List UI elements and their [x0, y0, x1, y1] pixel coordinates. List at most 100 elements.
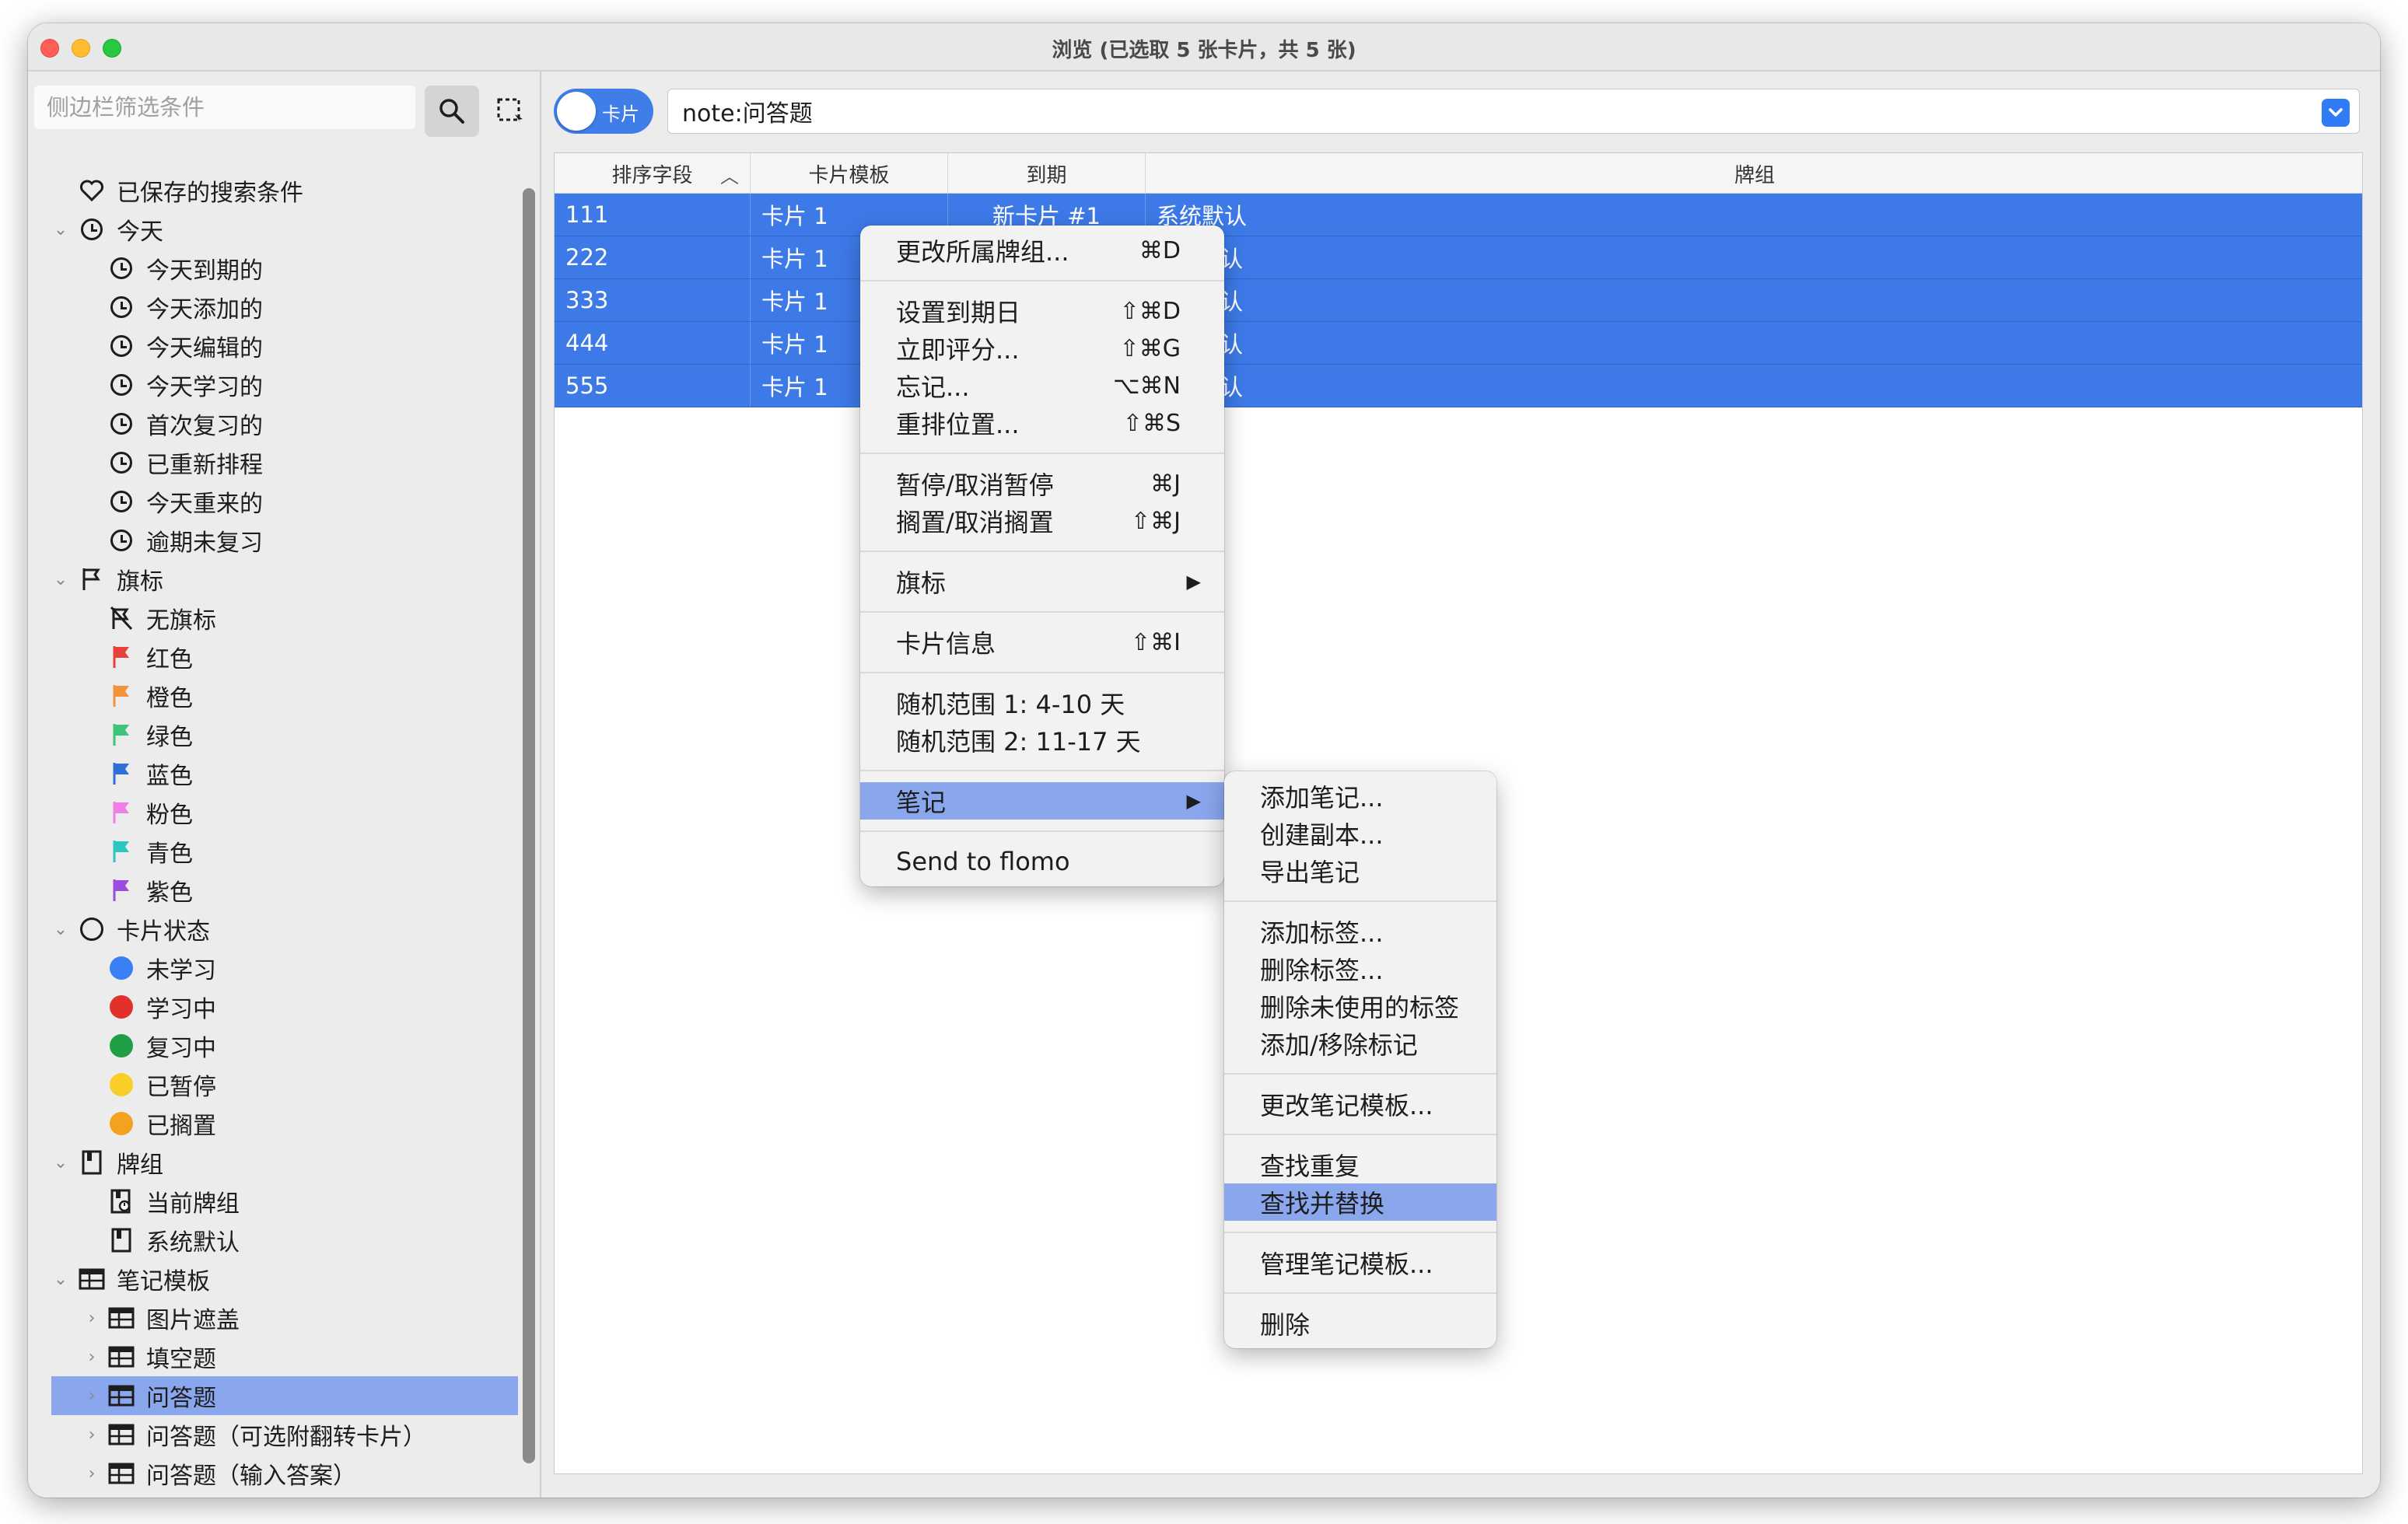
menu-item-card-info[interactable]: 卡片信息 ⇧⌘I [860, 624, 1224, 661]
submenu-item-change-notetype[interactable]: 更改笔记模板... [1224, 1085, 1496, 1123]
submenu-item-create-copy[interactable]: 创建副本... [1224, 815, 1496, 852]
submenu-item-manage-notetypes[interactable]: 管理笔记模板... [1224, 1244, 1496, 1281]
menu-item-flag[interactable]: 旗标 ▶ [860, 563, 1224, 600]
clock-icon [107, 288, 135, 327]
chevron-right-icon[interactable]: › [82, 1415, 101, 1454]
circle-icon [78, 910, 106, 949]
sidebar-item-flag-green[interactable]: 绿色 [51, 715, 518, 754]
sidebar-item-notetype-basic-type-answer[interactable]: › 问答题（输入答案） [51, 1454, 518, 1493]
chevron-down-icon[interactable]: ⌄ [51, 210, 70, 249]
sidebar-item-state-suspended[interactable]: 已暂停 [51, 1065, 518, 1104]
submenu-item-export-notes[interactable]: 导出笔记 [1224, 852, 1496, 890]
submenu-item-add-tags[interactable]: 添加标签... [1224, 913, 1496, 950]
column-header-due[interactable]: 到期 [948, 153, 1146, 194]
search-query-field[interactable] [667, 89, 2360, 134]
sidebar-item-state-review[interactable]: 复习中 [51, 1026, 518, 1065]
window-title: 浏览 (已选取 5 张卡片，共 5 张) [1052, 39, 1356, 62]
sidebar-item-decks[interactable]: ⌄ 牌组 [51, 1143, 518, 1182]
menu-item-toggle-suspend[interactable]: 暂停/取消暂停 ⌘J [860, 465, 1224, 502]
sidebar-search-button[interactable] [425, 86, 479, 137]
cell-deck: 认 [1220, 331, 1244, 358]
column-header-card-template[interactable]: 卡片模板 [751, 153, 948, 194]
sidebar-item-card-state[interactable]: ⌄ 卡片状态 [51, 910, 518, 949]
table-row[interactable]: 444 卡片 1 认 [555, 322, 2362, 365]
table-row[interactable]: 111 卡片 1 新卡片 #1 系统默认 [555, 194, 2362, 236]
sidebar-item-studied-today[interactable]: 今天学习的 [51, 365, 518, 404]
sidebar-item-no-flag[interactable]: 无旗标 [51, 599, 518, 638]
submenu-item-find-duplicates[interactable]: 查找重复 [1224, 1146, 1496, 1183]
menu-item-grade-now[interactable]: 立即评分... ⇧⌘G [860, 330, 1224, 367]
menu-item-set-due-date[interactable]: 设置到期日 ⇧⌘D [860, 292, 1224, 330]
column-header-deck[interactable]: 牌组 [1146, 153, 2364, 194]
table-row[interactable]: 555 卡片 1 认 [555, 365, 2362, 407]
chevron-right-icon[interactable]: › [82, 1454, 101, 1493]
submenu-item-find-replace[interactable]: 查找并替换 [1224, 1183, 1496, 1221]
menu-item-change-deck[interactable]: 更改所属牌组... ⌘D [860, 232, 1224, 269]
chevron-right-icon[interactable]: › [82, 1299, 101, 1337]
sidebar-item-overdue[interactable]: 逾期未复习 [51, 521, 518, 560]
sidebar-item-edited-today[interactable]: 今天编辑的 [51, 327, 518, 365]
menu-separator [1224, 1073, 1496, 1075]
sidebar-item-flag-pink[interactable]: 粉色 [51, 793, 518, 832]
submenu-item-clear-unused-tags[interactable]: 删除未使用的标签 [1224, 987, 1496, 1025]
submenu-item-toggle-mark[interactable]: 添加/移除标记 [1224, 1025, 1496, 1062]
submenu-item-remove-tags[interactable]: 删除标签... [1224, 950, 1496, 987]
sidebar-item-flag-blue[interactable]: 蓝色 [51, 754, 518, 793]
sidebar-item-again-today[interactable]: 今天重来的 [51, 482, 518, 521]
chevron-down-icon[interactable]: ⌄ [51, 1260, 70, 1299]
sidebar-item-flag-purple[interactable]: 紫色 [51, 871, 518, 910]
red-dot-icon [107, 987, 135, 1026]
sidebar-item-flag-red[interactable]: 红色 [51, 638, 518, 676]
chevron-down-icon[interactable]: ⌄ [51, 1143, 70, 1182]
chevron-right-icon[interactable]: › [82, 1337, 101, 1376]
select-tool-button[interactable] [487, 86, 534, 137]
sidebar-item-state-buried[interactable]: 已搁置 [51, 1104, 518, 1143]
sidebar-item-notetypes[interactable]: ⌄ 笔记模板 [51, 1260, 518, 1299]
sidebar-item-current-deck[interactable]: 当前牌组 [51, 1182, 518, 1221]
cell-sort-field: 333 [555, 279, 751, 321]
menu-item-forget[interactable]: 忘记... ⌥⌘N [860, 367, 1224, 404]
sidebar-filter-field[interactable] [34, 86, 415, 129]
menu-item-notes[interactable]: 笔记 ▶ [860, 782, 1224, 820]
history-dropdown-button[interactable] [2322, 99, 2350, 127]
clock-icon [107, 327, 135, 365]
sidebar-item-state-new[interactable]: 未学习 [51, 949, 518, 987]
sidebar: 已保存的搜索条件 ⌄ 今天 今天到期的 今天添加的 今天编辑的 今天学习的 [28, 72, 541, 1498]
notetype-icon [107, 1454, 135, 1493]
menu-item-random-range-2[interactable]: 随机范围 2: 11-17 天 [860, 722, 1224, 759]
sidebar-item-notetype-image-occlusion[interactable]: › 图片遮盖 [51, 1299, 518, 1337]
sidebar-item-state-learning[interactable]: 学习中 [51, 987, 518, 1026]
table-row[interactable]: 222 卡片 1 认 [555, 236, 2362, 279]
sidebar-item-due-today[interactable]: 今天到期的 [51, 249, 518, 288]
sidebar-item-added-today[interactable]: 今天添加的 [51, 288, 518, 327]
sidebar-item-flags[interactable]: ⌄ 旗标 [51, 560, 518, 599]
clock-icon [107, 443, 135, 482]
green-dot-icon [107, 1026, 135, 1065]
sidebar-item-saved-searches[interactable]: 已保存的搜索条件 [51, 171, 518, 210]
menu-item-toggle-bury[interactable]: 搁置/取消搁置 ⇧⌘J [860, 502, 1224, 540]
cards-notes-toggle[interactable]: 卡片 [554, 89, 653, 134]
submenu-item-add-notes[interactable]: 添加笔记... [1224, 778, 1496, 815]
chevron-right-icon[interactable]: › [82, 1376, 101, 1415]
column-header-sort-field[interactable]: 排序字段 ︿ [555, 153, 751, 194]
menu-item-reposition[interactable]: 重排位置... ⇧⌘S [860, 404, 1224, 442]
menu-item-send-to-flomo[interactable]: Send to flomo [860, 843, 1224, 880]
sidebar-item-today[interactable]: ⌄ 今天 [51, 210, 518, 249]
sidebar-item-flag-orange[interactable]: 橙色 [51, 676, 518, 715]
sidebar-item-notetype-basic[interactable]: › 问答题 [51, 1376, 518, 1415]
sidebar-filter-input[interactable] [34, 86, 415, 129]
menu-item-random-range-1[interactable]: 随机范围 1: 4-10 天 [860, 684, 1224, 722]
sidebar-item-first-review[interactable]: 首次复习的 [51, 404, 518, 443]
sidebar-item-default-deck[interactable]: 系统默认 [51, 1221, 518, 1260]
chevron-down-icon [2329, 108, 2343, 117]
search-query-input[interactable] [668, 89, 2359, 133]
sidebar-item-rescheduled[interactable]: 已重新排程 [51, 443, 518, 482]
chevron-down-icon[interactable]: ⌄ [51, 560, 70, 599]
sidebar-item-flag-cyan[interactable]: 青色 [51, 832, 518, 871]
sidebar-item-notetype-cloze[interactable]: › 填空题 [51, 1337, 518, 1376]
sidebar-item-notetype-basic-optional-reverse[interactable]: › 问答题（可选附翻转卡片） [51, 1415, 518, 1454]
submenu-item-delete[interactable]: 删除 [1224, 1305, 1496, 1342]
sidebar-scrollbar[interactable] [523, 188, 535, 1463]
table-row[interactable]: 333 卡片 1 认 [555, 279, 2362, 322]
chevron-down-icon[interactable]: ⌄ [51, 910, 70, 949]
